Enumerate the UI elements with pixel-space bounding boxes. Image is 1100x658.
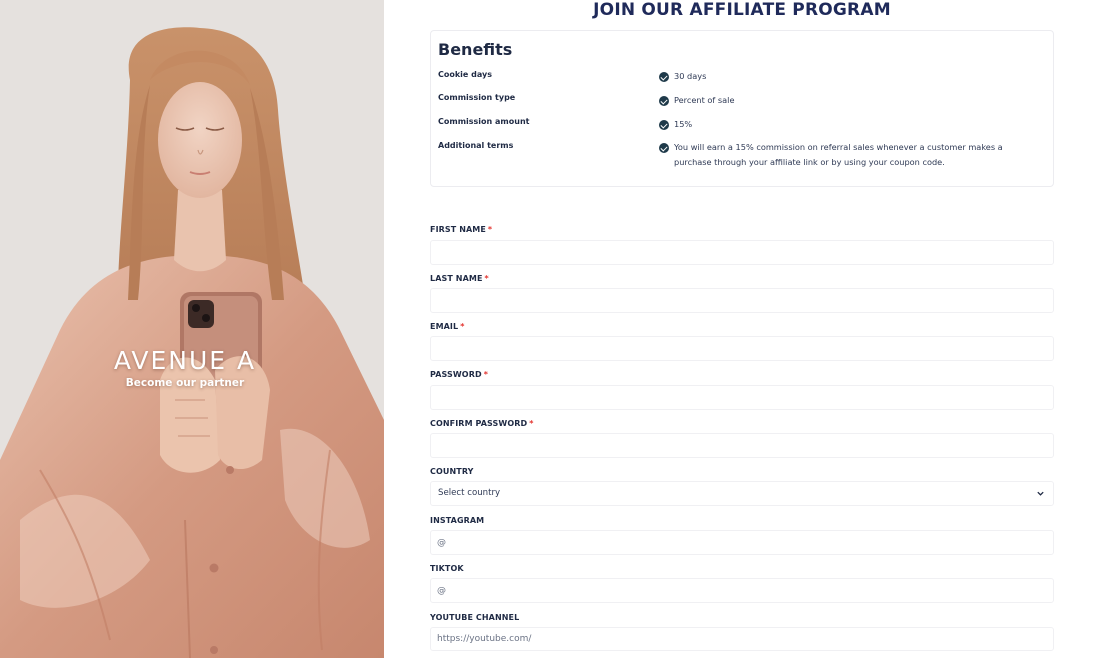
- email-label: EMAIL *: [430, 322, 465, 331]
- required-mark: *: [460, 322, 465, 331]
- page-title: JOIN OUR AFFILIATE PROGRAM: [593, 0, 891, 20]
- country-select-value: Select country: [438, 488, 501, 498]
- hero-panel: AVENUE A Become our partner: [0, 0, 384, 658]
- youtube-channel-label: YOUTUBE CHANNEL: [430, 613, 520, 622]
- password-label: PASSWORD *: [430, 370, 488, 379]
- benefit-value-text: 30 days: [674, 71, 707, 81]
- confirm-password-field[interactable]: [430, 433, 1054, 458]
- benefit-value-text: 15%: [674, 119, 693, 129]
- benefit-value-commission-amount: 15%: [659, 117, 1039, 132]
- chevron-down-icon: [1037, 491, 1044, 496]
- brand-name: AVENUE A: [113, 346, 257, 375]
- first-name-label-text: FIRST NAME: [430, 225, 486, 234]
- required-mark: *: [529, 419, 534, 428]
- benefit-label-commission-type: Commission type: [438, 93, 516, 102]
- benefits-card: Benefits Cookie days 30 days Commission …: [430, 30, 1054, 187]
- last-name-label: LAST NAME *: [430, 274, 489, 283]
- password-label-text: PASSWORD: [430, 370, 482, 379]
- first-name-label: FIRST NAME *: [430, 225, 492, 234]
- instagram-field[interactable]: [430, 530, 1054, 555]
- benefit-label-commission-amount: Commission amount: [438, 117, 530, 126]
- required-mark: *: [483, 370, 489, 379]
- signup-content: JOIN OUR AFFILIATE PROGRAM Benefits Cook…: [384, 0, 1100, 658]
- youtube-channel-field[interactable]: [430, 627, 1054, 651]
- affiliate-signup-page: AVENUE A Become our partner JOIN OUR AFF…: [0, 0, 1100, 658]
- benefits-title: Benefits: [438, 40, 513, 59]
- benefit-label-cookie-days: Cookie days: [438, 70, 492, 79]
- brand-tagline: Become our partner: [125, 377, 245, 389]
- last-name-field[interactable]: [430, 288, 1054, 313]
- hero-brand: AVENUE A Become our partner: [0, 346, 384, 389]
- required-mark: *: [487, 225, 493, 234]
- first-name-field[interactable]: [430, 240, 1054, 265]
- email-label-text: EMAIL: [430, 322, 459, 331]
- tiktok-field[interactable]: [430, 578, 1054, 603]
- tiktok-label: TIKTOK: [430, 564, 464, 573]
- benefit-label-additional-terms: Additional terms: [438, 141, 514, 150]
- hero-photo: [0, 0, 384, 658]
- country-label: COUNTRY: [430, 467, 474, 476]
- benefit-value-commission-type: Percent of sale: [659, 93, 1039, 108]
- email-field[interactable]: [430, 336, 1054, 361]
- instagram-label: INSTAGRAM: [430, 516, 485, 525]
- country-select[interactable]: Select country: [430, 481, 1054, 506]
- password-field[interactable]: [430, 385, 1054, 410]
- confirm-password-label-text: CONFIRM PASSWORD: [430, 419, 528, 428]
- confirm-password-label: CONFIRM PASSWORD *: [430, 419, 534, 428]
- last-name-label-text: LAST NAME: [430, 274, 483, 283]
- required-mark: *: [484, 274, 489, 283]
- benefit-value-additional-terms: You will earn a 15% commission on referr…: [674, 142, 1003, 167]
- benefit-value-cookie-days: 30 days: [659, 69, 1039, 84]
- benefit-value-text: Percent of sale: [674, 95, 735, 105]
